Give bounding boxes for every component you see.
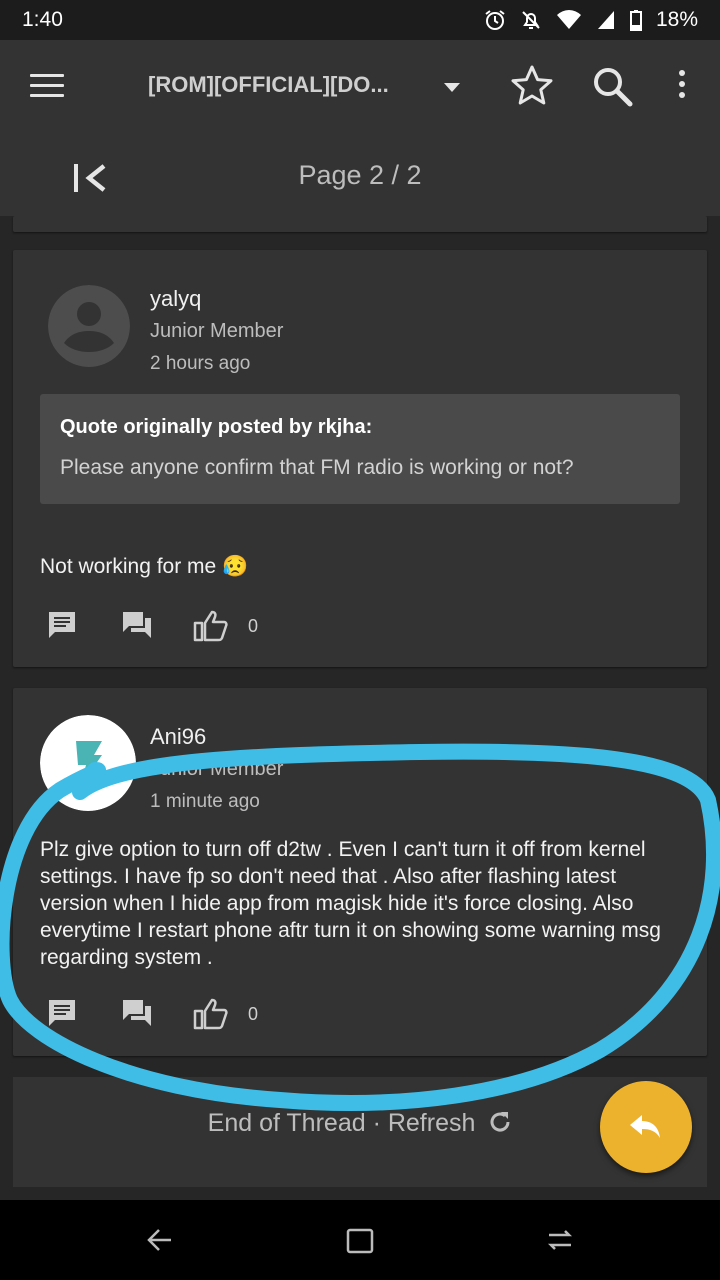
quote-reply-icon[interactable] bbox=[121, 998, 153, 1028]
user-rank: Junior Member bbox=[150, 758, 284, 780]
home-switch-icon[interactable] bbox=[545, 1225, 575, 1255]
thumbs-up-icon[interactable] bbox=[193, 610, 229, 642]
like-count: 0 bbox=[248, 1004, 259, 1024]
reply-arrow-icon bbox=[630, 1115, 660, 1138]
status-bar: 1:40 18% bbox=[0, 0, 720, 40]
status-time: 1:40 bbox=[22, 8, 63, 31]
refresh-icon[interactable] bbox=[488, 1110, 512, 1134]
reply-comment-icon[interactable] bbox=[47, 998, 77, 1028]
quote-block: Quote originally posted by rkjha: Please… bbox=[40, 394, 680, 504]
dropdown-arrow-icon[interactable] bbox=[444, 83, 460, 92]
previous-post-card bbox=[13, 216, 707, 232]
thumbs-up-icon[interactable] bbox=[193, 998, 229, 1030]
post-actions: 0 bbox=[47, 610, 347, 644]
star-icon[interactable] bbox=[510, 64, 554, 108]
thread-posts: yalyq Junior Member 2 hours ago Quote or… bbox=[0, 216, 720, 1200]
quote-reply-icon[interactable] bbox=[121, 610, 153, 640]
post-card: yalyq Junior Member 2 hours ago Quote or… bbox=[13, 250, 707, 667]
reply-comment-icon[interactable] bbox=[47, 610, 77, 640]
app-bar: [ROM][OFFICIAL][DO... Page 2 / 2 bbox=[0, 40, 720, 216]
post-body: Not working for me 😥 bbox=[40, 553, 680, 580]
crying-emoji: 😥 bbox=[222, 555, 249, 578]
alarm-icon bbox=[485, 10, 505, 30]
post-card: Ani96 Junior Member 1 minute ago Plz giv… bbox=[13, 688, 707, 1056]
post-time: 1 minute ago bbox=[150, 791, 260, 812]
status-icons: 18% bbox=[484, 8, 698, 32]
thread-title[interactable]: [ROM][OFFICIAL][DO... bbox=[148, 72, 428, 98]
notifications-off-icon bbox=[522, 11, 540, 29]
post-body-text: Not working for me bbox=[40, 555, 217, 578]
search-icon[interactable] bbox=[592, 66, 634, 108]
wifi-icon bbox=[556, 10, 581, 29]
reply-fab-button[interactable] bbox=[600, 1081, 692, 1173]
battery-icon bbox=[629, 10, 642, 31]
system-nav-bar bbox=[0, 1200, 720, 1280]
post-body: Plz give option to turn off d2tw . Even … bbox=[40, 838, 661, 969]
page-indicator: Page 2 / 2 bbox=[298, 160, 422, 190]
post-time: 2 hours ago bbox=[150, 353, 251, 374]
quote-text: Please anyone confirm that FM radio is w… bbox=[60, 456, 574, 479]
default-avatar-icon[interactable] bbox=[48, 285, 130, 367]
end-of-thread-text[interactable]: End of Thread · Refresh bbox=[208, 1109, 476, 1137]
pagination-row: Page 2 / 2 bbox=[0, 136, 720, 216]
user-avatar[interactable] bbox=[40, 715, 136, 811]
more-options-icon[interactable] bbox=[672, 70, 692, 103]
post-username[interactable]: yalyq bbox=[150, 286, 201, 312]
back-icon[interactable] bbox=[145, 1225, 173, 1255]
app-bar-top-row: [ROM][OFFICIAL][DO... bbox=[0, 40, 720, 136]
like-count: 0 bbox=[248, 616, 259, 636]
battery-percent: 18% bbox=[655, 8, 698, 31]
user-rank: Junior Member bbox=[150, 320, 284, 342]
post-actions: 0 bbox=[47, 998, 347, 1032]
quote-author: Quote originally posted by rkjha: bbox=[60, 416, 373, 438]
recent-apps-icon[interactable] bbox=[345, 1225, 375, 1255]
post-username[interactable]: Ani96 bbox=[150, 724, 206, 750]
hamburger-menu-icon[interactable] bbox=[30, 74, 64, 98]
signal-icon bbox=[597, 11, 614, 29]
